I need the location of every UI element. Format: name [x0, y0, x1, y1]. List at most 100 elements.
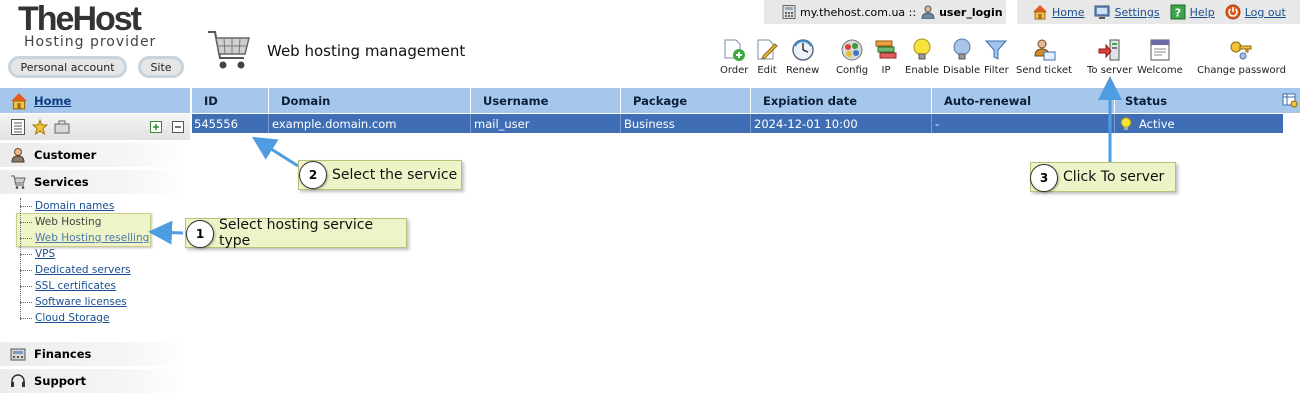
change-password-button[interactable]: Change password: [1197, 38, 1286, 76]
sidebar-customer[interactable]: Customer: [0, 143, 186, 167]
cell-status: Active: [1139, 116, 1175, 131]
submenu-ssl-certificates[interactable]: SSL certificates: [20, 278, 160, 294]
submenu-domain-names[interactable]: Domain names: [20, 198, 160, 214]
server-domain: my.thehost.com.ua ::: [800, 5, 917, 19]
sidebar-home-label: Home: [34, 93, 72, 108]
edit-label: Edit: [757, 65, 777, 76]
table-header: ID Domain Username Package Expiation dat…: [192, 88, 1300, 113]
site-button[interactable]: Site: [138, 56, 184, 78]
help-link[interactable]: Help: [1190, 6, 1215, 19]
filter-icon: [985, 40, 1008, 60]
sidebar-support[interactable]: Support: [0, 369, 186, 393]
change-password-label: Change password: [1197, 65, 1286, 76]
status-bulb-icon: [1120, 116, 1132, 130]
disable-icon: [953, 38, 971, 60]
cell-expiration: 2024-12-01 10:00: [754, 116, 858, 131]
collapse-all-icon[interactable]: [172, 121, 184, 133]
column-header-package[interactable]: Package: [621, 88, 751, 113]
help-icon: ?: [1170, 4, 1186, 20]
config-label: Config: [836, 65, 869, 76]
config-button[interactable]: Config: [836, 38, 868, 76]
account-bar: my.thehost.com.ua :: user_login: [764, 0, 1006, 24]
order-label: Order: [720, 65, 749, 76]
enable-label: Enable: [905, 65, 940, 76]
settings-link[interactable]: Settings: [1114, 6, 1159, 19]
welcome-icon: [1150, 39, 1170, 61]
submenu-cloud-storage[interactable]: Cloud Storage: [20, 310, 160, 326]
send-ticket-button[interactable]: Send ticket: [1016, 38, 1072, 76]
logo[interactable]: TheHost Hosting provider: [18, 2, 178, 50]
edit-button[interactable]: Edit: [755, 38, 779, 76]
welcome-label: Welcome: [1137, 65, 1183, 76]
sidebar-finances-label: Finances: [34, 347, 92, 361]
disable-label: Disable: [943, 65, 981, 76]
list-view-icon[interactable]: [10, 119, 26, 135]
logo-subtitle: Hosting provider: [24, 34, 157, 50]
cell-domain: example.domain.com: [272, 116, 397, 131]
column-header-auto-renewal[interactable]: Auto-renewal: [932, 88, 1115, 113]
shopping-cart-icon: [208, 31, 250, 69]
sidebar-customer-label: Customer: [34, 148, 97, 162]
sidebar-home[interactable]: Home: [0, 88, 190, 113]
home-icon: [1033, 5, 1047, 20]
finances-icon: [10, 348, 26, 361]
column-header-domain[interactable]: Domain: [269, 88, 471, 113]
column-header-expiration[interactable]: Expiation date: [751, 88, 932, 113]
customer-icon: [11, 148, 25, 163]
cart-icon: [11, 175, 26, 189]
cell-auto-renewal: -: [935, 116, 940, 131]
disable-button[interactable]: Disable: [943, 38, 980, 76]
submenu-web-hosting-reselling[interactable]: Web Hosting reselling: [20, 230, 160, 246]
send-ticket-icon: [1034, 39, 1056, 61]
briefcase-icon[interactable]: [54, 119, 70, 135]
ip-button[interactable]: IP: [874, 38, 898, 76]
callout-1-text: Select hosting service type: [219, 217, 374, 249]
order-button[interactable]: Order: [720, 38, 748, 76]
callout-1: Select hosting service type: [185, 217, 407, 249]
star-icon[interactable]: [32, 119, 48, 135]
ip-label: IP: [881, 65, 891, 76]
enable-icon: [913, 38, 931, 60]
config-icon: [841, 39, 863, 61]
sidebar-services[interactable]: Services: [0, 170, 186, 194]
logout-link[interactable]: Log out: [1245, 6, 1286, 19]
change-password-icon: [1230, 41, 1252, 60]
expand-all-icon[interactable]: [150, 121, 162, 133]
user-login: user_login: [939, 5, 1003, 19]
table-settings-icon[interactable]: [1282, 92, 1298, 108]
order-icon: [724, 39, 746, 61]
send-ticket-label: Send ticket: [1016, 65, 1073, 76]
personal-account-button[interactable]: Personal account: [8, 56, 127, 78]
submenu-vps[interactable]: VPS: [20, 246, 160, 262]
column-header-username[interactable]: Username: [471, 88, 621, 113]
submenu-web-hosting[interactable]: Web Hosting: [20, 214, 160, 230]
filter-button[interactable]: Filter: [984, 38, 1009, 76]
callout-1-number: 1: [186, 220, 214, 248]
services-submenu: Domain names Web Hosting Web Hosting res…: [20, 198, 160, 326]
submenu-software-licenses[interactable]: Software licenses: [20, 294, 160, 310]
filter-label: Filter: [984, 65, 1009, 76]
renew-button[interactable]: Renew: [786, 38, 819, 76]
arrow-2: [251, 136, 299, 168]
column-header-status[interactable]: Status: [1115, 88, 1283, 113]
renew-label: Renew: [786, 65, 820, 76]
to-server-button[interactable]: To server: [1087, 38, 1132, 76]
table-row[interactable]: 545556 example.domain.com mail_user Busi…: [192, 114, 1283, 133]
sidebar-finances[interactable]: Finances: [0, 342, 186, 366]
edit-icon: [757, 39, 778, 60]
welcome-button[interactable]: Welcome: [1137, 38, 1183, 76]
callout-2-text: Select the service: [332, 167, 458, 183]
headset-icon: [11, 374, 25, 387]
user-icon: [921, 5, 935, 19]
renew-icon: [791, 39, 814, 61]
ip-icon: [875, 40, 897, 59]
calculator-icon: [782, 5, 796, 19]
callout-2-number: 2: [299, 161, 327, 189]
submenu-dedicated-servers[interactable]: Dedicated servers: [20, 262, 160, 278]
enable-button[interactable]: Enable: [905, 38, 939, 76]
cell-package: Business: [624, 116, 675, 131]
column-header-id[interactable]: ID: [192, 88, 269, 113]
home-link[interactable]: Home: [1052, 6, 1084, 19]
cell-id: 545556: [194, 116, 238, 131]
svg-text:?: ?: [1174, 7, 1180, 20]
